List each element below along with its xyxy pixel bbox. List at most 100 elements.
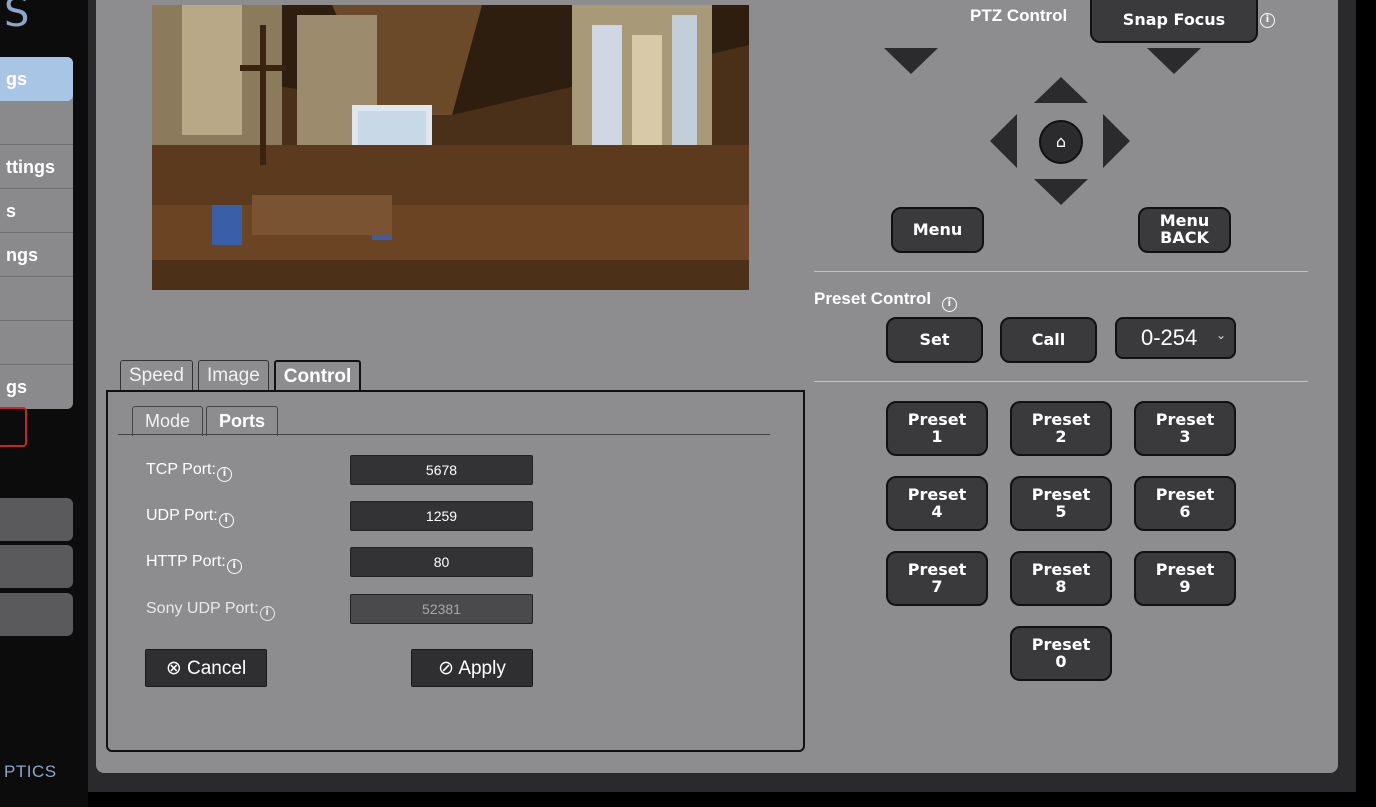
preset-label: Preset — [1155, 559, 1215, 579]
preset-number: 8 — [1055, 576, 1067, 596]
focus-arrow-icon[interactable] — [1147, 48, 1201, 74]
subtab-divider — [118, 434, 770, 435]
settings-tabs: Speed Image Control — [120, 360, 362, 392]
tcp-port-label: TCP Port: i — [146, 461, 232, 482]
sidebar-button-1[interactable] — [0, 498, 73, 541]
circle-x-icon: ⊗ — [165, 657, 182, 679]
sidebar-nav: gs ttings s ngs gs — [0, 57, 73, 409]
udp-port-label-text: UDP Port: — [146, 507, 218, 524]
preset-0-button[interactable]: Preset 0 — [1010, 626, 1112, 681]
snap-focus-button[interactable]: Snap Focus — [1090, 0, 1258, 43]
menu-button[interactable]: Menu — [891, 207, 984, 253]
preset-label: Preset — [1031, 484, 1091, 504]
http-port-label-text: HTTP Port: — [146, 553, 226, 570]
preset-2-button[interactable]: Preset 2 — [1010, 401, 1112, 456]
zoom-out-arrow-icon[interactable] — [884, 48, 938, 74]
divider — [814, 271, 1308, 272]
preset-number: 4 — [931, 501, 943, 521]
apply-button[interactable]: ⊘ Apply — [411, 649, 533, 687]
sidebar-item-2[interactable] — [0, 101, 73, 145]
brand-footer: PTICS — [4, 762, 57, 781]
tilt-down-arrow-icon[interactable] — [1034, 179, 1088, 205]
preset-label: Preset — [907, 409, 967, 429]
tab-image[interactable]: Image — [197, 360, 269, 392]
preset-7-button[interactable]: Preset 7 — [886, 551, 988, 606]
sidebar-item-4[interactable]: s — [0, 189, 73, 233]
home-icon[interactable]: ⌂ — [1039, 120, 1083, 164]
tcp-port-row: TCP Port: i — [146, 455, 546, 485]
info-icon[interactable]: i — [1260, 13, 1275, 28]
udp-port-label: UDP Port: i — [146, 507, 234, 528]
preset-call-button[interactable]: Call — [1000, 317, 1097, 363]
udp-port-input[interactable] — [350, 501, 533, 531]
sony-udp-port-row: Sony UDP Port: i — [146, 594, 546, 624]
preset-8-button[interactable]: Preset 8 — [1010, 551, 1112, 606]
sidebar-item-6[interactable] — [0, 277, 73, 321]
preset-label: Preset — [1031, 559, 1091, 579]
control-subtabs: Mode Ports — [132, 406, 279, 436]
info-icon[interactable]: i — [226, 559, 242, 574]
preset-number: 0 — [1055, 651, 1067, 671]
sony-udp-port-label: Sony UDP Port: i — [146, 600, 275, 621]
preset-label: Preset — [907, 559, 967, 579]
sidebar-item-5[interactable]: ngs — [0, 233, 73, 277]
tab-speed[interactable]: Speed — [120, 360, 193, 392]
camera-preview[interactable] — [152, 5, 749, 290]
subtab-ports[interactable]: Ports — [206, 406, 279, 436]
ptz-control-title: PTZ Control — [970, 6, 1068, 25]
preset-5-button[interactable]: Preset 5 — [1010, 476, 1112, 531]
preset-number: 3 — [1179, 426, 1191, 446]
preset-number: 6 — [1179, 501, 1191, 521]
preset-control-title: Preset Control i — [814, 289, 957, 312]
http-port-row: HTTP Port: i — [146, 547, 546, 577]
http-port-input[interactable] — [350, 547, 533, 577]
tilt-up-arrow-icon[interactable] — [1034, 77, 1088, 103]
cancel-button[interactable]: ⊗ Cancel — [145, 649, 267, 687]
pan-right-arrow-icon[interactable] — [1103, 114, 1130, 168]
sidebar-item-7[interactable] — [0, 321, 73, 365]
preset-number: 2 — [1055, 426, 1067, 446]
preset-label: Preset — [1155, 484, 1215, 504]
main-panel: Speed Image Control Mode Ports TCP Port:… — [96, 0, 1338, 773]
apply-button-label: Apply — [458, 658, 506, 679]
preset-3-button[interactable]: Preset 3 — [1134, 401, 1236, 456]
info-icon[interactable]: i — [216, 467, 232, 482]
info-icon[interactable]: i — [218, 513, 234, 528]
sidebar-button-3[interactable] — [0, 593, 73, 636]
preset-number: 1 — [931, 426, 943, 446]
sidebar-item-3[interactable]: ttings — [0, 145, 73, 189]
pan-left-arrow-icon[interactable] — [990, 114, 1017, 168]
info-icon[interactable]: i — [941, 297, 957, 312]
camera-preview-image — [152, 5, 749, 290]
circle-check-icon: ⊘ — [438, 657, 455, 679]
chevron-down-icon: ⌄ — [1215, 328, 1226, 342]
preset-number: 7 — [931, 576, 943, 596]
sidebar: S gs ttings s ngs gs PTICS — [0, 0, 88, 807]
brand-logo: S — [4, 0, 30, 36]
menu-back-button[interactable]: Menu BACK — [1138, 207, 1231, 253]
http-port-label: HTTP Port: i — [146, 553, 242, 574]
sony-udp-port-input — [350, 594, 533, 624]
tcp-port-input[interactable] — [350, 455, 533, 485]
tcp-port-label-text: TCP Port: — [146, 461, 216, 478]
preset-number: 9 — [1179, 576, 1191, 596]
preset-set-button[interactable]: Set — [886, 317, 983, 363]
preset-label: Preset — [907, 484, 967, 504]
sidebar-button-2[interactable] — [0, 545, 73, 588]
preset-6-button[interactable]: Preset 6 — [1134, 476, 1236, 531]
udp-port-row: UDP Port: i — [146, 501, 546, 531]
cancel-button-label: Cancel — [187, 658, 247, 679]
preset-label: Preset — [1031, 634, 1091, 654]
preset-1-button[interactable]: Preset 1 — [886, 401, 988, 456]
preset-label: Preset — [1155, 409, 1215, 429]
preset-9-button[interactable]: Preset 9 — [1134, 551, 1236, 606]
info-icon[interactable]: i — [259, 606, 275, 621]
preset-control-title-text: Preset Control — [814, 289, 932, 308]
tab-control[interactable]: Control — [273, 360, 362, 392]
sidebar-alert-button[interactable] — [0, 407, 27, 447]
preset-number-select[interactable]: 0-254 ⌄ — [1115, 317, 1236, 359]
preset-4-button[interactable]: Preset 4 — [886, 476, 988, 531]
subtab-mode[interactable]: Mode — [132, 406, 204, 436]
sidebar-item-settings[interactable]: gs — [0, 57, 73, 101]
sidebar-item-8[interactable]: gs — [0, 365, 73, 409]
